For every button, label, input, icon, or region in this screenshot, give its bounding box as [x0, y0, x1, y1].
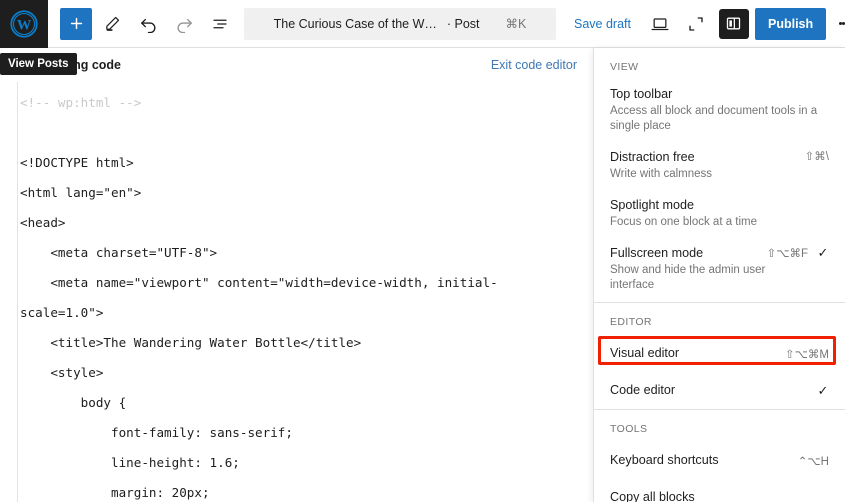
- kebab-more-options-icon[interactable]: [828, 7, 845, 41]
- list-view-button[interactable]: [204, 8, 236, 40]
- menu-section-editor: EDITOR Visual editor ⇧⌥⌘M Code editor ✓: [594, 302, 845, 409]
- menu-section-label: VIEW: [610, 61, 639, 73]
- code-textarea[interactable]: <!-- wp:html --> <!DOCTYPE html> <html la…: [0, 82, 593, 502]
- menu-item-trailing: ⇧⌥⌘F ✓: [767, 244, 829, 261]
- command-palette-chip[interactable]: The Curious Case of the W… · Post ⌘K: [244, 7, 556, 40]
- menu-item-text: Spotlight mode Focus on one block at a ti…: [610, 196, 829, 230]
- code-line: <!-- wp:html -->: [20, 95, 142, 110]
- code-line: <!DOCTYPE html>: [20, 155, 134, 170]
- menu-section-view: VIEW Top toolbar Access all block and docu…: [594, 48, 845, 302]
- command-shortcut-text: ⌘K: [505, 17, 527, 31]
- code-lines-container: <!-- wp:html --> <!DOCTYPE html> <html la…: [20, 88, 577, 502]
- document-title-text: The Curious Case of the W…: [273, 16, 437, 31]
- code-line: <meta name="viewport" content="width=dev…: [20, 275, 498, 290]
- menu-section-label: EDITOR: [610, 316, 652, 328]
- code-line: <title>The Wandering Water Bottle</title…: [20, 335, 362, 350]
- menu-item-shortcut: ⇧⌥⌘M: [785, 348, 829, 361]
- code-editor-header: Editing code Exit code editor: [0, 48, 593, 82]
- code-line: body {: [20, 395, 127, 410]
- menu-item-copy-all-blocks[interactable]: Copy all blocks: [594, 479, 845, 502]
- document-title-area: The Curious Case of the W… · Post ⌘K: [236, 7, 564, 40]
- menu-item-description: Show and hide the admin user interface: [610, 264, 766, 291]
- menu-item-title: Visual editor: [610, 346, 680, 360]
- menu-item-code-editor[interactable]: Code editor ✓: [594, 372, 845, 409]
- menu-item-text: Visual editor: [610, 344, 785, 362]
- editor-options-menu: VIEW Top toolbar Access all block and docu…: [593, 48, 845, 502]
- document-type-text: · Post: [446, 16, 480, 31]
- settings-sidebar-button[interactable]: [718, 8, 749, 39]
- menu-item-trailing: ✓: [817, 382, 829, 399]
- menu-item-title: Spotlight mode: [610, 198, 695, 212]
- menu-item-text: Code editor: [610, 381, 817, 399]
- wordpress-block-editor: W The Curious Case of the W… · Post ⌘K S…: [0, 0, 845, 502]
- undo-button[interactable]: [132, 8, 164, 40]
- menu-item-text: Fullscreen mode Show and hide the admin u…: [610, 244, 767, 293]
- menu-item-description: Write with calmness: [610, 168, 713, 180]
- exit-code-editor-button[interactable]: Exit code editor: [491, 58, 577, 72]
- menu-sections-container: VIEW Top toolbar Access all block and docu…: [594, 48, 845, 502]
- wordpress-logo-icon[interactable]: W: [0, 0, 48, 48]
- menu-item-distraction-free[interactable]: Distraction free Write with calmness ⇧⌘\: [594, 143, 845, 191]
- menu-section-tools: TOOLS Keyboard shortcuts ⌃⌥H Copy all block…: [594, 409, 845, 502]
- menu-item-text: Keyboard shortcuts: [610, 451, 798, 469]
- add-block-button[interactable]: [60, 7, 92, 40]
- checkmark-icon: ✓: [817, 382, 829, 398]
- menu-item-title: Copy all blocks: [610, 490, 695, 502]
- redo-button[interactable]: [168, 8, 200, 40]
- menu-section-label: TOOLS: [610, 423, 648, 435]
- menu-item-shortcut: ⇧⌘\: [804, 151, 829, 163]
- code-line: font-family: sans-serif;: [20, 425, 293, 440]
- menu-item-keyboard-shortcuts[interactable]: Keyboard shortcuts ⌃⌥H: [594, 442, 845, 479]
- code-editor-panel: Editing code Exit code editor <!-- wp:ht…: [0, 48, 593, 502]
- publish-button[interactable]: Publish: [754, 7, 827, 40]
- checkmark-icon: ✓: [817, 245, 829, 260]
- view-posts-tooltip: View Posts: [0, 53, 77, 75]
- menu-item-text: Copy all blocks: [610, 488, 829, 502]
- menu-item-text: Distraction free Write with calmness: [610, 148, 805, 182]
- menu-item-visual-editor[interactable]: Visual editor ⇧⌥⌘M: [594, 335, 845, 372]
- edit-tool-button[interactable]: [96, 8, 128, 40]
- menu-item-fullscreen-mode[interactable]: Fullscreen mode Show and hide the admin u…: [594, 239, 845, 302]
- fullscreen-expand-button[interactable]: [679, 7, 713, 41]
- code-left-rule: [17, 82, 18, 502]
- save-draft-button[interactable]: Save draft: [564, 11, 641, 37]
- menu-item-description: Access all block and document tools in a…: [610, 105, 818, 132]
- code-line: <style>: [20, 365, 104, 380]
- svg-text:W: W: [17, 17, 32, 33]
- editor-top-bar: W The Curious Case of the W… · Post ⌘K S…: [0, 0, 845, 48]
- menu-item-title: Fullscreen mode: [610, 246, 704, 260]
- menu-item-title: Keyboard shortcuts: [610, 453, 719, 467]
- menu-item-title: Top toolbar: [610, 87, 673, 101]
- menu-item-title: Distraction free: [610, 150, 695, 164]
- menu-item-trailing: ⌃⌥H: [798, 453, 829, 468]
- menu-item-shortcut: ⌃⌥H: [797, 455, 829, 468]
- menu-item-description: Focus on one block at a time: [610, 216, 758, 228]
- menu-item-top-toolbar[interactable]: Top toolbar Access all block and document…: [594, 80, 845, 143]
- code-line: scale=1.0">: [20, 305, 104, 320]
- menu-item-trailing: ⇧⌘\: [805, 148, 829, 163]
- code-line: line-height: 1.6;: [20, 455, 240, 470]
- preview-button[interactable]: [643, 7, 677, 41]
- toolbar-right-tools: Save draft Publish: [564, 7, 845, 41]
- code-line: <meta charset="UTF-8">: [20, 245, 218, 260]
- menu-item-spotlight-mode[interactable]: Spotlight mode Focus on one block at a ti…: [594, 191, 845, 239]
- code-line: <head>: [20, 215, 66, 230]
- code-line: margin: 20px;: [20, 485, 210, 500]
- menu-item-shortcut: ⇧⌥⌘F: [766, 248, 808, 260]
- menu-item-title: Code editor: [610, 383, 676, 397]
- code-line: <html lang="en">: [20, 185, 142, 200]
- menu-item-trailing: ⇧⌥⌘M: [785, 346, 829, 361]
- toolbar-left-tools: [48, 7, 236, 40]
- menu-item-text: Top toolbar Access all block and document…: [610, 85, 829, 134]
